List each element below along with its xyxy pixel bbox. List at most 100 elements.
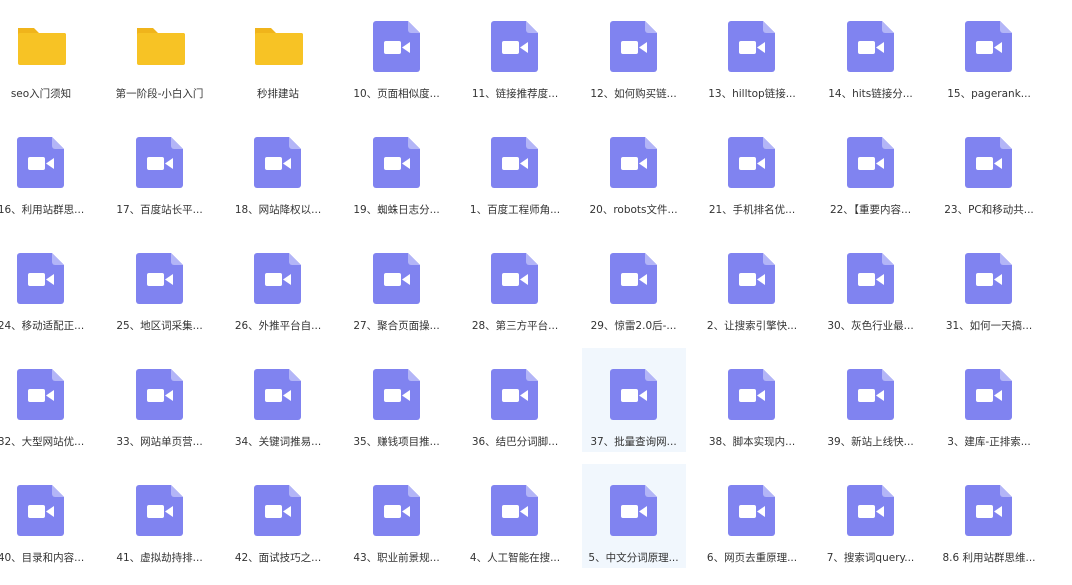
video-file-item[interactable]: 3、建库-正排索... [937, 348, 1041, 452]
folder-icon [253, 18, 303, 74]
file-name-label: 4、人工智能在搜... [469, 552, 561, 564]
file-name-label: 39、新站上线快... [827, 436, 914, 448]
video-file-item[interactable]: 43、职业前景规... [345, 464, 449, 568]
video-file-icon [490, 18, 540, 74]
video-file-item[interactable]: 2、让搜索引擎快... [700, 232, 804, 336]
file-name-label: 23、PC和移动共... [944, 204, 1034, 216]
video-file-icon [253, 366, 303, 422]
video-file-item[interactable]: 42、面试技巧之... [226, 464, 330, 568]
folder-item[interactable]: 第一阶段-小白入门 [108, 0, 212, 104]
file-name-label: 10、页面相似度... [353, 88, 440, 100]
video-file-item[interactable]: 17、百度站长平... [108, 116, 212, 220]
folder-item[interactable]: 秒排建站 [226, 0, 330, 104]
video-file-item[interactable]: 15、pagerank... [937, 0, 1041, 104]
video-file-icon [964, 366, 1014, 422]
video-file-item[interactable]: 38、脚本实现内... [700, 348, 804, 452]
video-file-item[interactable]: 8.6 利用站群思维... [937, 464, 1041, 568]
file-name-label: 3、建库-正排索... [947, 436, 1031, 448]
video-file-icon [16, 366, 66, 422]
video-file-item[interactable]: 31、如何一天搞... [937, 232, 1041, 336]
file-name-label: 38、脚本实现内... [708, 436, 796, 448]
video-file-icon [609, 366, 659, 422]
file-name-label: 6、网页去重原理... [706, 552, 798, 564]
file-name-label: 43、职业前景规... [353, 552, 440, 564]
video-file-icon [964, 482, 1014, 538]
video-file-icon [16, 482, 66, 538]
video-file-icon [372, 366, 422, 422]
video-file-icon [846, 366, 896, 422]
video-file-item[interactable]: 5、中文分词原理... [581, 464, 686, 568]
video-file-icon [964, 250, 1014, 306]
video-file-icon [609, 482, 659, 538]
video-file-item[interactable]: 20、robots文件... [582, 116, 686, 220]
video-file-icon [135, 482, 185, 538]
file-name-label: 29、惊雷2.0后-... [590, 320, 677, 332]
video-file-item[interactable]: 4、人工智能在搜... [463, 464, 567, 568]
file-name-label: 7、搜索词query... [826, 552, 915, 564]
video-file-item[interactable]: 24、移动适配正... [0, 232, 93, 336]
file-name-label: 33、网站单页营... [116, 436, 203, 448]
video-file-item[interactable]: 25、地区词采集... [108, 232, 212, 336]
video-file-item[interactable]: 13、hilltop链接... [700, 0, 804, 104]
video-file-item[interactable]: 10、页面相似度... [345, 0, 449, 104]
file-name-label: 8.6 利用站群思维... [942, 552, 1036, 564]
video-file-item[interactable]: 37、批量查询网... [581, 348, 686, 452]
file-name-label: 15、pagerank... [947, 88, 1031, 100]
video-file-icon [609, 134, 659, 190]
file-name-label: 31、如何一天搞... [945, 320, 1033, 332]
video-file-item[interactable]: 36、结巴分词脚... [463, 348, 567, 452]
video-file-icon [16, 134, 66, 190]
video-file-item[interactable]: 27、聚合页面操... [345, 232, 449, 336]
video-file-item[interactable]: 30、灰色行业最... [819, 232, 923, 336]
file-name-label: 27、聚合页面操... [353, 320, 440, 332]
file-name-label: 21、手机排名优... [708, 204, 796, 216]
video-file-icon [727, 250, 777, 306]
video-file-icon [490, 134, 540, 190]
video-file-icon [490, 366, 540, 422]
file-name-label: 26、外推平台自... [234, 320, 322, 332]
video-file-item[interactable]: 40、目录和内容... [0, 464, 93, 568]
video-file-item[interactable]: 34、关键词推易... [226, 348, 330, 452]
video-file-item[interactable]: 14、hits链接分... [819, 0, 923, 104]
video-file-item[interactable]: 41、虚拟劫持排... [108, 464, 212, 568]
video-file-item[interactable]: 35、赚钱项目推... [345, 348, 449, 452]
video-file-item[interactable]: 16、利用站群思... [0, 116, 93, 220]
video-file-item[interactable]: 29、惊雷2.0后-... [582, 232, 686, 336]
video-file-icon [964, 134, 1014, 190]
video-file-icon [846, 250, 896, 306]
video-file-item[interactable]: 32、大型网站优... [0, 348, 93, 452]
file-name-label: 34、关键词推易... [234, 436, 322, 448]
file-name-label: 35、赚钱项目推... [353, 436, 440, 448]
video-file-icon [727, 482, 777, 538]
video-file-icon [846, 134, 896, 190]
video-file-icon [964, 18, 1014, 74]
video-file-item[interactable]: 6、网页去重原理... [700, 464, 804, 568]
video-file-item[interactable]: 33、网站单页营... [108, 348, 212, 452]
file-name-label: 32、大型网站优... [0, 436, 85, 448]
video-file-item[interactable]: 26、外推平台自... [226, 232, 330, 336]
video-file-icon [135, 250, 185, 306]
video-file-item[interactable]: 28、第三方平台... [463, 232, 567, 336]
file-name-label: 25、地区词采集... [116, 320, 203, 332]
video-file-item[interactable]: 1、百度工程师角... [463, 116, 567, 220]
video-file-item[interactable]: 11、链接推荐度... [463, 0, 567, 104]
video-file-icon [727, 18, 777, 74]
video-file-item[interactable]: 21、手机排名优... [700, 116, 804, 220]
video-file-item[interactable]: 39、新站上线快... [819, 348, 923, 452]
video-file-item[interactable]: 7、搜索词query... [819, 464, 923, 568]
file-name-label: 5、中文分词原理... [588, 552, 679, 564]
folder-item[interactable]: seo入门须知 [0, 0, 93, 104]
video-file-item[interactable]: 19、蜘蛛日志分... [345, 116, 449, 220]
video-file-icon [372, 482, 422, 538]
video-file-icon [253, 250, 303, 306]
video-file-item[interactable]: 22、【重要内容... [819, 116, 923, 220]
video-file-icon [846, 482, 896, 538]
video-file-icon [135, 366, 185, 422]
video-file-item[interactable]: 18、网站降权以... [226, 116, 330, 220]
file-name-label: 22、【重要内容... [829, 204, 912, 216]
video-file-item[interactable]: 23、PC和移动共... [937, 116, 1041, 220]
video-file-item[interactable]: 12、如何购买链... [582, 0, 686, 104]
file-name-label: 18、网站降权以... [234, 204, 322, 216]
video-file-icon [253, 134, 303, 190]
video-file-icon [490, 482, 540, 538]
